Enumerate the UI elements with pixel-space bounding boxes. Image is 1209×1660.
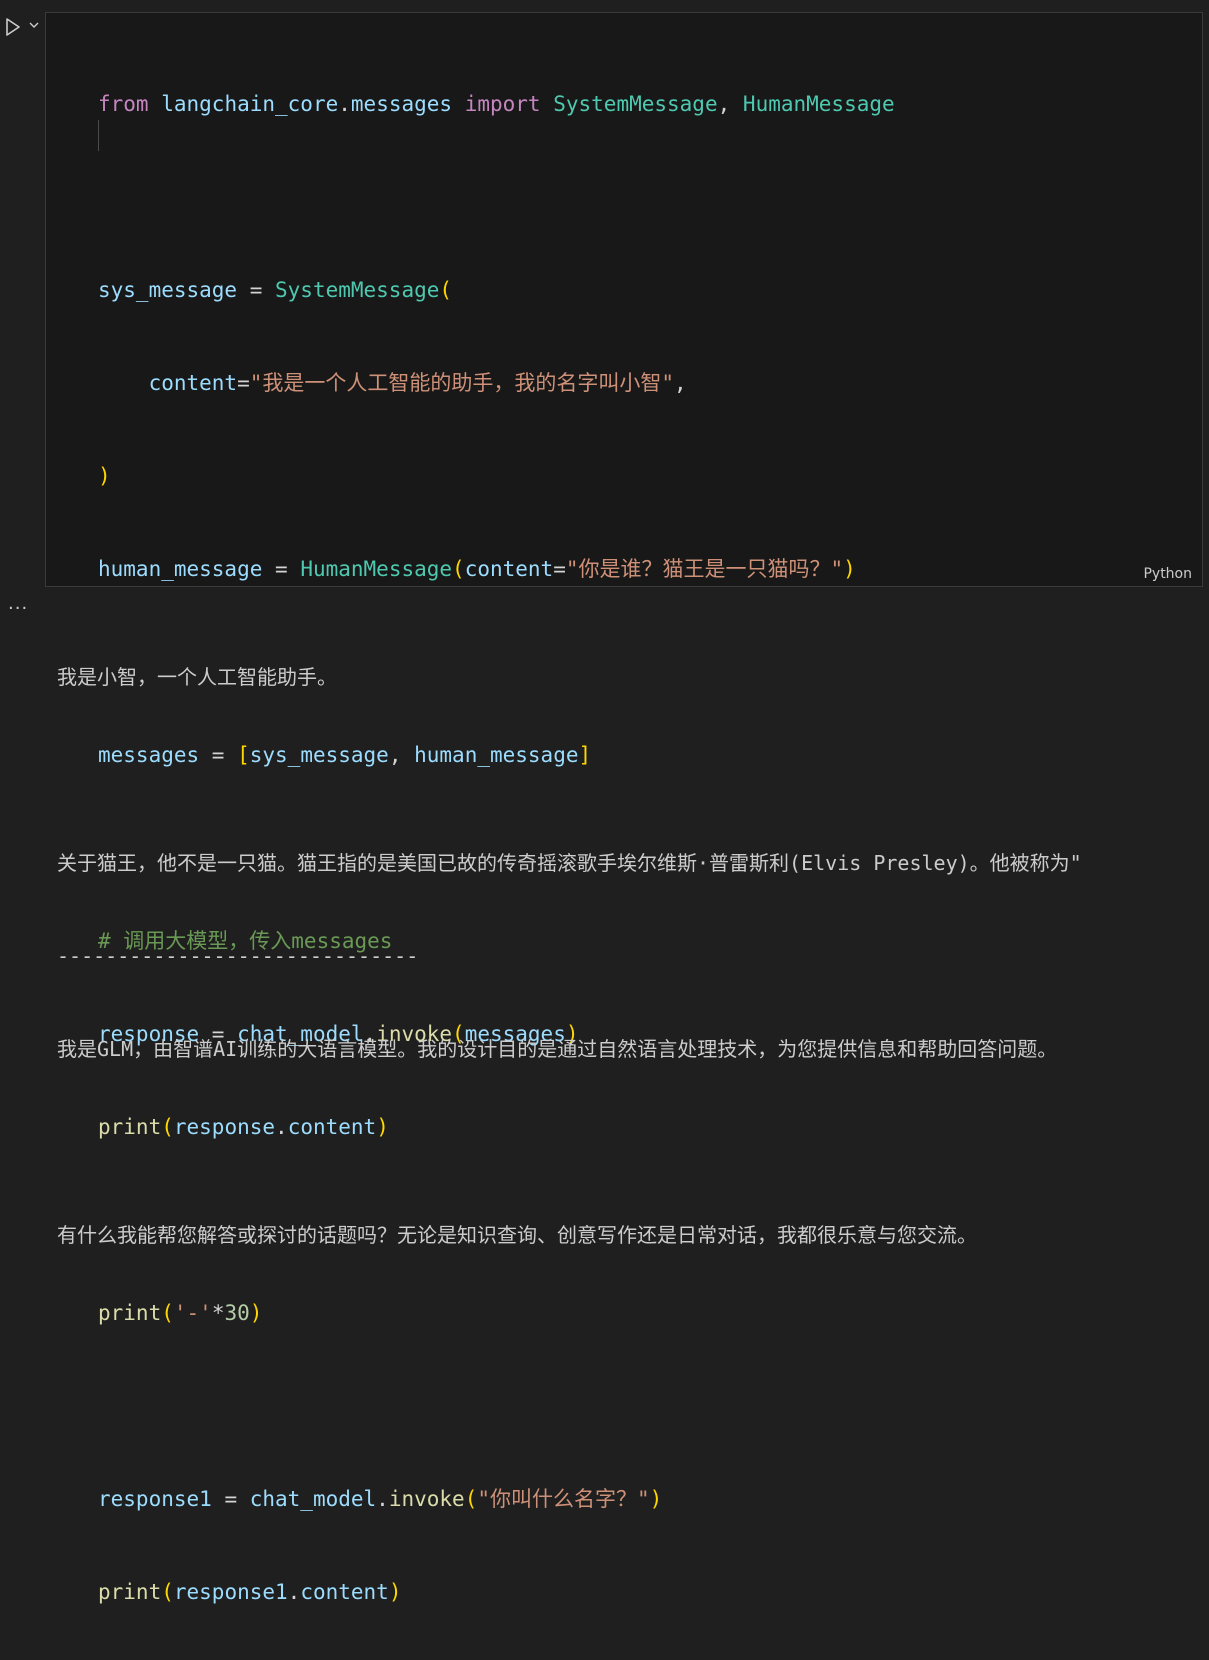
- output-actions-button[interactable]: ···: [8, 598, 28, 619]
- token-class: HumanMessage: [300, 557, 453, 581]
- token-keyword: from: [98, 92, 149, 116]
- code-line-6: human_message = HumanMessage(content="你是…: [98, 554, 1192, 585]
- chevron-down-icon: [29, 22, 39, 28]
- token-function: invoke: [388, 1487, 465, 1511]
- token-operator: =: [262, 557, 301, 581]
- token-comma: ,: [717, 92, 731, 116]
- token-bracket: ): [388, 1580, 402, 1604]
- token-bracket: (: [439, 278, 453, 302]
- token-module: langchain_core: [161, 92, 339, 116]
- token-string: "你叫什么名字？": [477, 1487, 650, 1511]
- token-operator: =: [237, 278, 276, 302]
- code-line-3: sys_message = SystemMessage(: [98, 275, 1192, 306]
- token-string: '-': [173, 1301, 212, 1325]
- token-dot: .: [376, 1487, 389, 1511]
- ellipsis-icon: ···: [8, 598, 29, 619]
- token-number: 30: [224, 1301, 250, 1325]
- token-string: "我是一个人工智能的助手，我的名字叫小智": [249, 371, 675, 395]
- token-string: "你是谁？猫王是一只猫吗？": [565, 557, 844, 581]
- output-line: 有什么我能帮您解答或探讨的话题吗？无论是知识查询、创意写作还是日常对话，我都很乐…: [57, 1223, 977, 1247]
- output-line: ------------------------------: [57, 944, 419, 968]
- token-bracket: ): [249, 1301, 263, 1325]
- token-keyword: import: [464, 92, 541, 116]
- run-cell-button[interactable]: [4, 16, 22, 38]
- token-bracket: (: [452, 557, 465, 581]
- code-line-4: content="我是一个人工智能的助手，我的名字叫小智",: [98, 368, 1192, 399]
- token-dot: .: [338, 92, 351, 116]
- token-parameter: content: [464, 557, 554, 581]
- token-operator: *: [211, 1301, 225, 1325]
- token-class: SystemMessage: [553, 92, 718, 116]
- token-attribute: content: [300, 1580, 389, 1604]
- code-line-1: from langchain_core.messages import Syst…: [98, 89, 1192, 120]
- output-line: 我是小智，一个人工智能助手。: [57, 665, 337, 689]
- token-operator: =: [211, 1487, 250, 1511]
- token-bracket: (: [161, 1580, 174, 1604]
- token-class: HumanMessage: [742, 92, 895, 116]
- token-comma: ,: [674, 371, 687, 395]
- token-bracket: ): [843, 557, 856, 581]
- cell-output: 我是小智，一个人工智能助手。 关于猫王，他不是一只猫。猫王指的是美国已故的传奇摇…: [57, 600, 1209, 1282]
- token-variable: chat_model: [249, 1487, 377, 1511]
- token-function: print: [98, 1580, 162, 1604]
- output-line: 关于猫王，他不是一只猫。猫王指的是美国已故的传奇摇滚歌手埃尔维斯·普雷斯利(El…: [57, 851, 1082, 875]
- run-options-button[interactable]: [27, 18, 41, 32]
- output-line: 我是GLM，由智谱AI训练的大语言模型。我的设计目的是通过自然语言处理技术，为您…: [57, 1037, 1058, 1061]
- code-line-16: response1 = chat_model.invoke("你叫什么名字？"): [98, 1484, 1192, 1515]
- token-variable: human_message: [98, 557, 263, 581]
- token-module: messages: [350, 92, 453, 116]
- code-line-17: print(response1.content): [98, 1577, 1192, 1608]
- code-line-5: ): [98, 461, 1192, 492]
- token-function: print: [98, 1301, 162, 1325]
- token-parameter: content: [148, 371, 238, 395]
- token-bracket: (: [464, 1487, 478, 1511]
- code-cell[interactable]: from langchain_core.messages import Syst…: [45, 12, 1203, 1604]
- code-line-14: print('-'*30): [98, 1298, 1192, 1329]
- token-bracket: ): [98, 464, 111, 488]
- token-dot: .: [287, 1580, 301, 1604]
- token-operator: =: [553, 557, 566, 581]
- play-icon: [6, 18, 20, 36]
- token-class: SystemMessage: [275, 278, 440, 302]
- token-bracket: ): [649, 1487, 663, 1511]
- cell-language-label[interactable]: Python: [1143, 566, 1192, 582]
- token-variable: response1: [98, 1487, 212, 1511]
- token-operator: =: [237, 371, 250, 395]
- token-variable: sys_message: [98, 278, 238, 302]
- token-variable: response1: [173, 1580, 288, 1604]
- token-bracket: (: [161, 1301, 174, 1325]
